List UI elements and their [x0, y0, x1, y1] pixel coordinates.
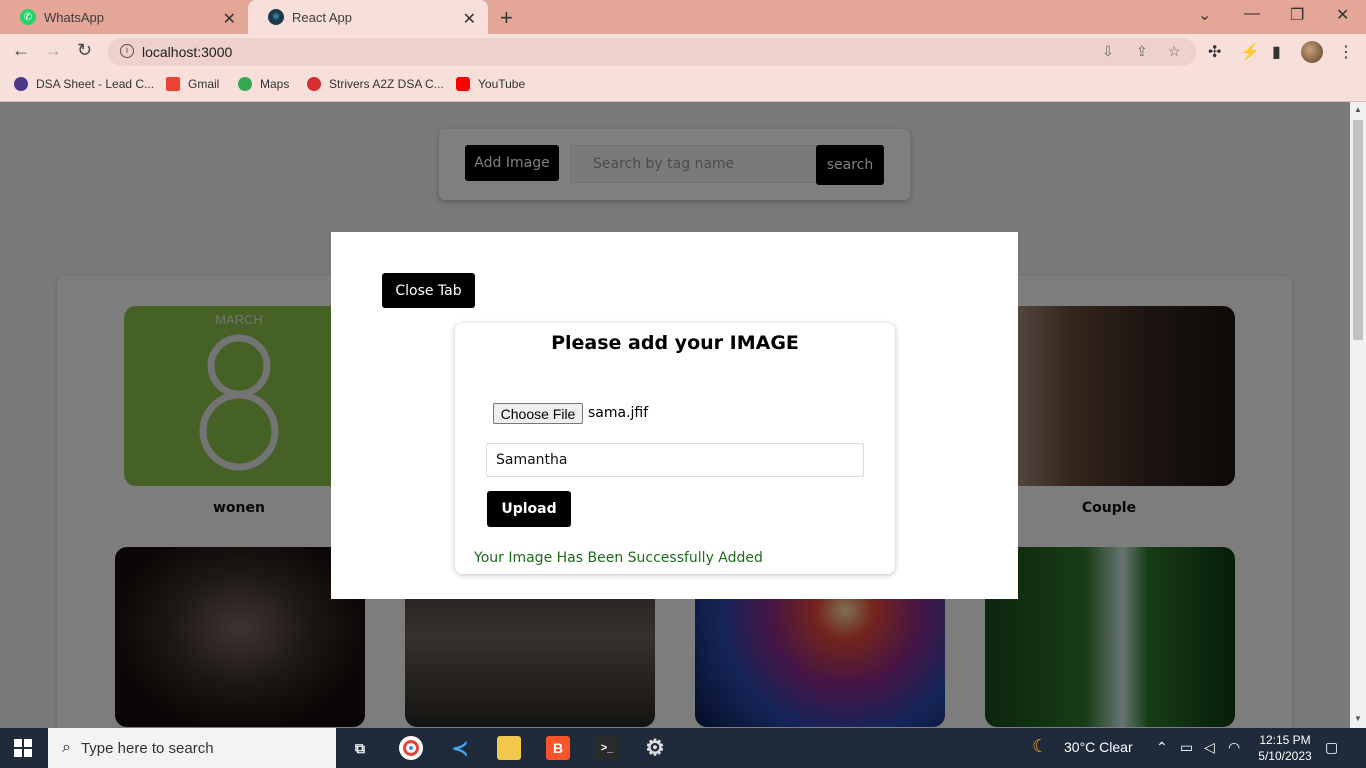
- taskbar-clock[interactable]: 12:15 PM 5/10/2023: [1255, 732, 1315, 764]
- gmail-icon: [166, 77, 180, 91]
- brave-icon[interactable]: B: [546, 736, 570, 760]
- page-content: Add Image Search by tag name search MARC…: [0, 102, 1350, 728]
- side-panel-icon[interactable]: ▮: [1272, 42, 1281, 62]
- tab-label: React App: [292, 9, 352, 25]
- extension-icon[interactable]: ⚡: [1240, 42, 1260, 62]
- close-icon[interactable]: ✕: [463, 9, 476, 29]
- tab-label: WhatsApp: [44, 9, 104, 25]
- maps-pin-icon: [238, 77, 252, 91]
- taskbar-search-placeholder: Type here to search: [80, 739, 214, 757]
- bookmark-maps[interactable]: Maps: [238, 77, 289, 91]
- whatsapp-icon: ✆: [20, 9, 36, 25]
- selected-file-name: sama.jfif: [588, 405, 649, 421]
- bookmark-dsa-sheet[interactable]: DSA Sheet - Lead C...: [14, 77, 154, 91]
- tab-search-icon[interactable]: ⌄: [1198, 5, 1211, 25]
- upload-button[interactable]: Upload: [487, 491, 571, 527]
- close-window-button[interactable]: ✕: [1336, 5, 1349, 25]
- scroll-thumb[interactable]: [1353, 120, 1363, 340]
- address-bar[interactable]: i localhost:3000 ⇩ ⇪ ☆: [108, 38, 1196, 66]
- upload-form: Please add your IMAGE Choose File sama.j…: [455, 323, 895, 574]
- battery-icon[interactable]: ▭: [1180, 739, 1193, 756]
- bookmark-youtube[interactable]: YouTube: [456, 77, 525, 91]
- weather-text[interactable]: 30°C Clear: [1064, 739, 1133, 755]
- scroll-up-icon[interactable]: ▲: [1354, 105, 1362, 114]
- clock-date: 5/10/2023: [1258, 749, 1312, 763]
- scroll-down-icon[interactable]: ▼: [1354, 714, 1362, 723]
- url-text: localhost:3000: [142, 44, 233, 60]
- weather-moon-icon[interactable]: ☾: [1032, 736, 1048, 757]
- avatar[interactable]: [1301, 41, 1323, 63]
- close-icon[interactable]: ✕: [223, 9, 236, 29]
- add-image-modal: Close Tab Please add your IMAGE Choose F…: [331, 232, 1018, 599]
- tab-whatsapp[interactable]: ✆ WhatsApp ✕: [0, 0, 248, 34]
- close-tab-button[interactable]: Close Tab: [382, 273, 475, 308]
- wifi-icon[interactable]: ◠: [1228, 739, 1240, 756]
- page-scrollbar[interactable]: ▲ ▼: [1350, 102, 1366, 728]
- windows-taskbar: ⌕ Type here to search ⧉ ≺ B >_ ⚙ ☾ 30°C …: [0, 728, 1366, 768]
- tag-name-input[interactable]: Samantha: [486, 443, 864, 477]
- menu-icon[interactable]: ⋮: [1338, 42, 1354, 62]
- new-tab-button[interactable]: +: [500, 5, 513, 31]
- extensions-icon[interactable]: ✣: [1208, 42, 1221, 62]
- chrome-icon[interactable]: [399, 736, 423, 760]
- notifications-icon[interactable]: ▢: [1325, 739, 1338, 756]
- browser-tab-bar: ✆ WhatsApp ✕ ⚛ React App ✕ + ⌄ — ❐ ✕: [0, 0, 1366, 34]
- share-icon[interactable]: ⇪: [1136, 43, 1148, 60]
- react-icon: ⚛: [268, 9, 284, 25]
- taskbar-search[interactable]: ⌕ Type here to search: [48, 728, 336, 768]
- restore-button[interactable]: ❐: [1290, 5, 1304, 25]
- tray-chevron-icon[interactable]: ⌃: [1156, 739, 1168, 756]
- settings-gear-icon[interactable]: ⚙: [643, 735, 667, 760]
- youtube-icon: [456, 77, 470, 91]
- bookmark-star-icon[interactable]: ☆: [1168, 43, 1181, 60]
- minimize-button[interactable]: —: [1244, 5, 1260, 23]
- terminal-icon[interactable]: >_: [595, 736, 619, 760]
- upload-title: Please add your IMAGE: [551, 332, 799, 354]
- success-message: Your Image Has Been Successfully Added: [474, 550, 763, 566]
- task-view-icon[interactable]: ⧉: [348, 736, 372, 760]
- info-icon[interactable]: i: [120, 44, 134, 58]
- reload-icon[interactable]: ↻: [77, 40, 92, 61]
- dsa-sheet-icon: [14, 77, 28, 91]
- vscode-icon[interactable]: ≺: [448, 736, 472, 760]
- install-icon[interactable]: ⇩: [1102, 43, 1114, 60]
- search-icon: ⌕: [62, 739, 71, 756]
- back-icon[interactable]: ←: [12, 40, 30, 61]
- bookmark-gmail[interactable]: Gmail: [166, 77, 219, 91]
- choose-file-button[interactable]: Choose File: [493, 403, 583, 424]
- bookmarks-bar: DSA Sheet - Lead C... Gmail Maps Striver…: [0, 70, 1366, 102]
- strivers-icon: [307, 77, 321, 91]
- clock-time: 12:15 PM: [1259, 733, 1311, 747]
- windows-start-icon[interactable]: [14, 739, 32, 757]
- file-explorer-icon[interactable]: [497, 736, 521, 760]
- volume-icon[interactable]: ◁: [1204, 739, 1215, 756]
- bookmark-strivers[interactable]: Strivers A2Z DSA C...: [307, 77, 444, 91]
- tab-react-app[interactable]: ⚛ React App ✕: [248, 0, 488, 34]
- forward-icon[interactable]: →: [44, 40, 62, 61]
